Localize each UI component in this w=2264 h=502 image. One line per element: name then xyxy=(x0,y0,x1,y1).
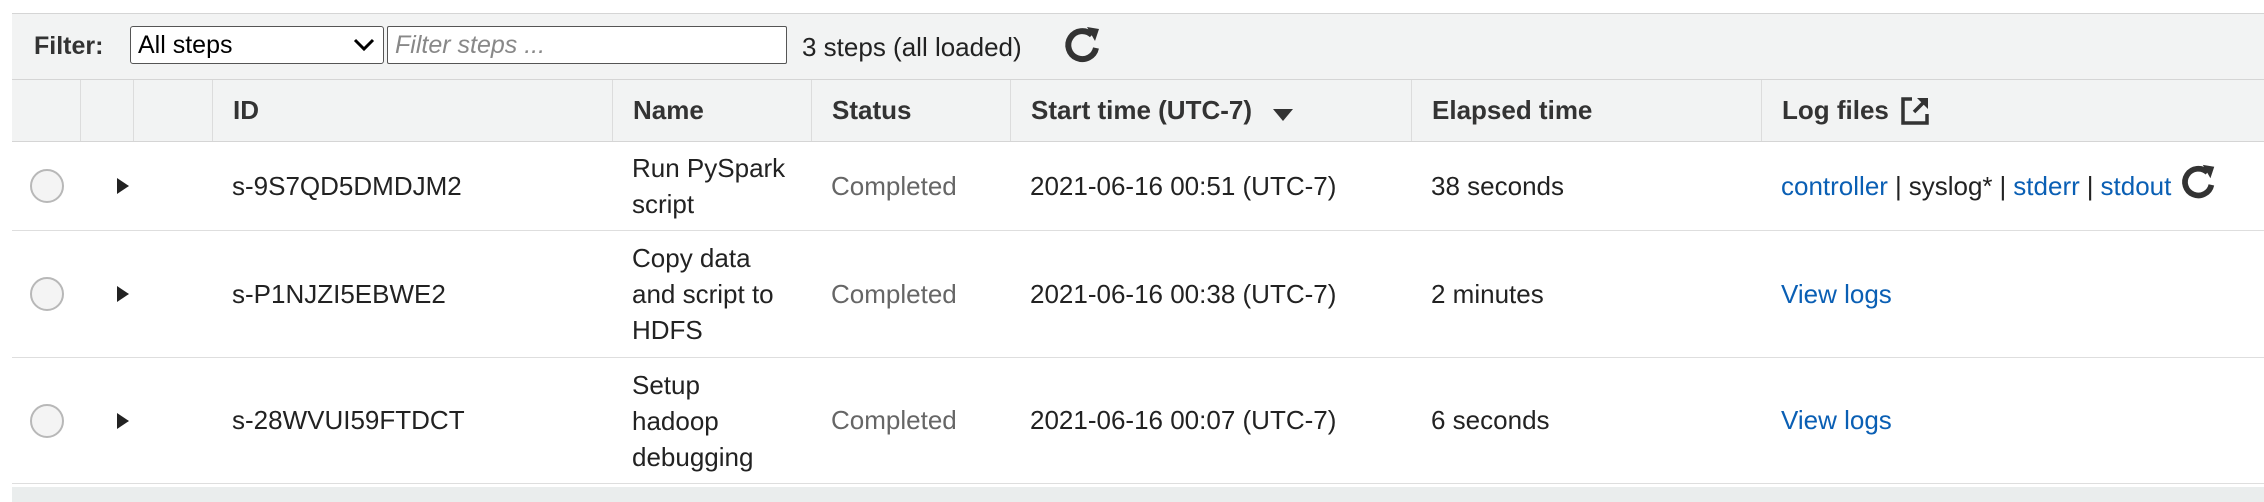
steps-table: ID Name Status Start time (UTC-7) Elapse… xyxy=(12,80,2264,484)
column-header-status[interactable]: Status xyxy=(811,80,1010,141)
step-name-line: hadoop xyxy=(632,405,719,436)
controller-log-link[interactable]: controller xyxy=(1781,171,1888,202)
row-select-radio[interactable] xyxy=(30,277,64,311)
step-name-line: debugging xyxy=(632,441,754,472)
start-time: 2021-06-16 00:51 (UTC-7) xyxy=(1030,170,1337,201)
step-name-line: and script to xyxy=(632,279,774,309)
status-text: Completed xyxy=(831,170,957,201)
elapsed-time: 6 seconds xyxy=(1431,405,1550,435)
step-name-line: Copy data xyxy=(632,243,751,273)
column-header-id-label: ID xyxy=(233,95,259,125)
separator: | xyxy=(1894,170,1902,201)
steps-panel: Filter: All steps 3 steps (all loaded) I… xyxy=(0,0,2264,502)
column-header-start-time-label: Start time (UTC-7) xyxy=(1031,95,1253,125)
table-row[interactable]: s-28WVUI59FTDCT Setup hadoop debugging C… xyxy=(12,358,2264,484)
column-header-name-label: Name xyxy=(633,95,704,125)
stderr-log-link[interactable]: stderr xyxy=(2013,171,2079,202)
column-header-elapsed[interactable]: Elapsed time xyxy=(1411,80,1761,141)
column-header-start-time[interactable]: Start time (UTC-7) xyxy=(1010,80,1411,141)
stdout-log-link[interactable]: stdout xyxy=(2101,171,2172,202)
column-header-status-label: Status xyxy=(832,95,912,125)
status-text: Completed xyxy=(831,278,957,309)
sort-desc-icon xyxy=(1273,108,1294,121)
header-spacer-col xyxy=(133,80,212,141)
step-id: s-9S7QD5DMDJM2 xyxy=(232,170,462,201)
step-name-line: HDFS xyxy=(632,315,703,345)
elapsed-time: 38 seconds xyxy=(1431,170,1564,201)
filter-label: Filter: xyxy=(34,32,104,60)
row-select-radio[interactable] xyxy=(30,169,64,203)
start-time: 2021-06-16 00:07 (UTC-7) xyxy=(1030,405,1337,435)
row-select-radio[interactable] xyxy=(30,403,64,438)
expand-caret-icon[interactable] xyxy=(116,177,130,195)
step-filter-selected: All steps xyxy=(138,30,233,59)
view-logs-link[interactable]: View logs xyxy=(1781,405,1892,436)
filter-bar: Filter: All steps 3 steps (all loaded) xyxy=(12,14,2264,80)
start-time: 2021-06-16 00:38 (UTC-7) xyxy=(1030,278,1337,309)
column-header-log-files-label: Log files xyxy=(1782,95,1889,125)
column-header-name[interactable]: Name xyxy=(612,80,811,141)
step-name: Run PySpark script xyxy=(632,150,785,222)
column-header-elapsed-label: Elapsed time xyxy=(1432,95,1593,125)
separator: | xyxy=(1999,170,2007,201)
expand-caret-icon[interactable] xyxy=(116,285,130,303)
column-header-id[interactable]: ID xyxy=(212,80,612,141)
external-link-icon[interactable] xyxy=(1899,95,1931,127)
elapsed-time: 2 minutes xyxy=(1431,278,1544,309)
step-name-line: script xyxy=(632,189,695,219)
step-name-line: Run PySpark xyxy=(632,153,786,183)
column-header-log-files: Log files xyxy=(1761,80,2264,141)
status-text: Completed xyxy=(831,405,957,435)
table-footer-bar xyxy=(12,487,2264,502)
header-expand-col xyxy=(80,80,133,141)
syslog-log-text: syslog* xyxy=(1908,170,1993,201)
table-header: ID Name Status Start time (UTC-7) Elapse… xyxy=(12,80,2264,142)
table-row[interactable]: s-P1NJZI5EBWE2 Copy data and script to H… xyxy=(12,231,2264,358)
steps-count: 3 steps (all loaded) xyxy=(802,32,1022,62)
step-name-line: Setup xyxy=(632,369,700,400)
refresh-icon[interactable] xyxy=(2179,162,2219,202)
filter-steps-input[interactable] xyxy=(387,26,787,64)
view-logs-link[interactable]: View logs xyxy=(1781,279,1892,310)
refresh-icon[interactable] xyxy=(1062,24,1104,66)
header-select-col xyxy=(12,80,80,141)
step-filter-select[interactable]: All steps xyxy=(130,26,384,64)
table-row[interactable]: s-9S7QD5DMDJM2 Run PySpark script Comple… xyxy=(12,142,2264,231)
step-name: Copy data and script to HDFS xyxy=(632,240,774,348)
expand-caret-icon[interactable] xyxy=(116,412,130,430)
step-name: Setup hadoop debugging xyxy=(632,367,753,475)
separator: | xyxy=(2086,170,2094,201)
step-id: s-P1NJZI5EBWE2 xyxy=(232,278,446,309)
chevron-down-icon xyxy=(353,38,375,52)
step-id: s-28WVUI59FTDCT xyxy=(232,405,465,435)
